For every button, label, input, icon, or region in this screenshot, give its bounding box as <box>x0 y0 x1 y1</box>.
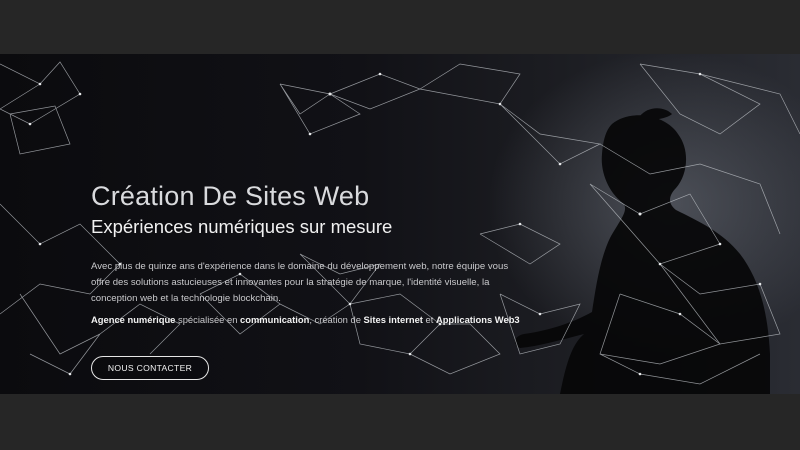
hero-section: Création De Sites Web Expériences numéri… <box>0 54 800 394</box>
top-letterbox <box>0 0 800 54</box>
hero-title: Création De Sites Web <box>91 181 370 211</box>
hero-description: Avec plus de quinze ans d'expérience dan… <box>91 261 509 304</box>
contact-button[interactable]: NOUS CONTACTER <box>91 356 209 380</box>
tagline-text-1: spécialisée en <box>175 314 241 325</box>
bottom-letterbox <box>0 394 800 450</box>
tagline-text-2: , création de <box>309 314 364 325</box>
tagline-web3-apps: Applications Web3 <box>435 314 520 325</box>
tagline-agency: Agence numérique <box>91 314 176 325</box>
tagline-communication: communication <box>240 314 310 325</box>
page: Création De Sites Web Expériences numéri… <box>0 0 800 450</box>
hero-tagline: Agence numérique spécialisée en communic… <box>91 314 520 325</box>
tagline-websites: Sites internet <box>363 314 423 325</box>
tagline-text-3: et <box>422 314 436 325</box>
hero-subtitle: Expériences numériques sur mesure <box>91 216 393 237</box>
